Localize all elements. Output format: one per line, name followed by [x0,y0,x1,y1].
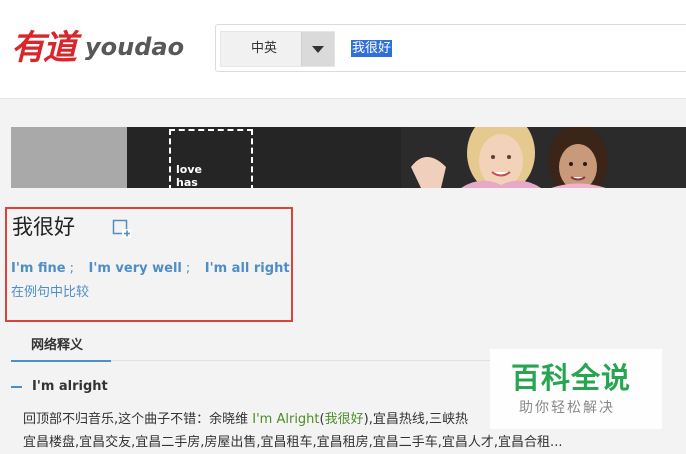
search-box[interactable]: 中英 我很好 [215,24,686,72]
tab-web-definitions[interactable]: 网络释义 [11,334,111,362]
web-entry-line1-prefix: 回顶部不归音乐,这个曲子不错：余晓维 [23,412,253,427]
web-entry-highlight-en: I'm Alright [252,412,320,427]
definition-tabs: 网络释义 [11,334,491,362]
compare-in-examples-link[interactable]: 在例句中比较 [11,285,89,301]
web-entry-highlight-cn: 我很好 [324,412,364,427]
word-title: 我很好 [12,215,75,239]
translation-list: I'm fine; I'm very well; I'm all right [11,261,294,277]
translation-separator: ; [69,261,74,276]
translation-link[interactable]: I'm all right [205,261,290,276]
translation-link[interactable]: I'm very well [89,261,182,276]
chevron-down-icon [312,46,324,53]
banner-gray-panel [11,127,127,188]
header-bar: 有道 youdao 中英 我很好 [0,0,686,99]
language-select-label: 中英 [251,41,278,56]
dropdown-arrow-button[interactable] [301,32,334,66]
translation-separator: ; [185,261,191,276]
translation-link[interactable]: I'm fine [11,261,66,276]
banner-children-photo [401,127,686,188]
ad-banner[interactable]: love has [11,127,686,188]
banner-ad-text-2: has [176,176,198,188]
banner-ad-text-1: love [176,163,202,176]
web-entry-line1-suffix: ,宜昌热线,三峡热 [368,412,468,427]
add-to-wordbook-icon[interactable] [112,219,132,239]
watermark-title: 百科全说 [511,361,632,395]
baike-watermark: 百科全说 助你轻松解决 [490,349,662,429]
banner-dashed-box: love has [169,129,253,188]
language-select[interactable]: 中英 [220,31,335,67]
web-entry-line-2: 宜昌楼盘,宜昌交友,宜昌二手房,房屋出售,宜昌租车,宜昌租房,宜昌二手车,宜昌人… [23,435,563,450]
tab-web-definitions-label: 网络释义 [31,338,84,353]
youdao-logo-text[interactable]: youdao [85,32,184,62]
web-entry-title[interactable]: I'm alright [32,379,108,395]
youdao-logo-chinese[interactable]: 有道 [11,26,77,70]
collapse-icon[interactable] [11,386,22,388]
banner-ad-text: love has [176,163,202,188]
watermark-subtitle: 助你轻松解决 [519,400,615,416]
search-input[interactable]: 我很好 [351,40,393,57]
